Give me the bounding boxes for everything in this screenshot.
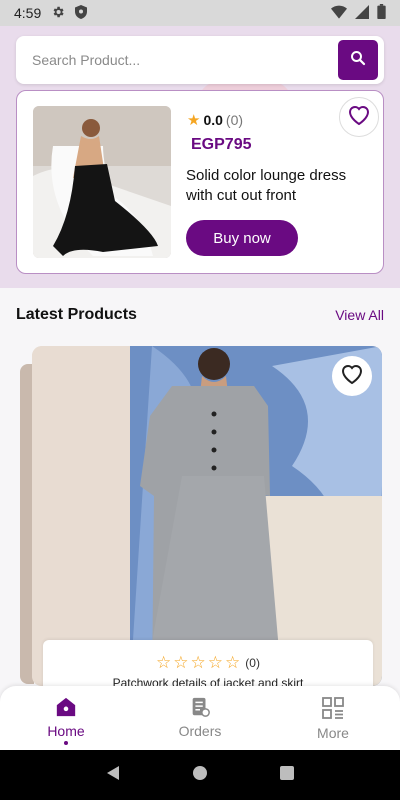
shield-icon	[75, 4, 88, 22]
featured-rating-count: (0)	[225, 112, 244, 128]
star-outline-icon: ☆	[225, 653, 241, 672]
signal-icon	[355, 4, 369, 22]
nav-item-orders[interactable]: Orders	[165, 696, 235, 739]
search-input[interactable]	[32, 52, 384, 68]
search-button[interactable]	[338, 40, 378, 80]
recents-icon[interactable]	[279, 765, 295, 786]
star-outline-icon: ☆	[156, 653, 172, 672]
buy-now-button[interactable]: Buy now	[186, 220, 298, 256]
featured-rating-value: 0.0	[203, 112, 223, 128]
star-outline-icon: ☆	[173, 653, 189, 672]
home-icon	[55, 696, 77, 721]
section-title: Latest Products	[16, 306, 137, 323]
product-image	[32, 346, 382, 686]
wifi-icon	[331, 5, 347, 22]
nav-label-orders: Orders	[178, 723, 222, 739]
featured-product-card[interactable]: ★ 0.0 (0) EGP795 Solid color lounge dres…	[16, 90, 384, 274]
product-rating-count: (0)	[245, 656, 260, 670]
product-favorite-button[interactable]	[332, 356, 372, 396]
home-circle-icon[interactable]	[192, 765, 208, 786]
featured-rating: ★ 0.0 (0)	[187, 111, 243, 129]
active-indicator	[64, 741, 68, 745]
latest-products-header: Latest Products View All	[16, 306, 384, 324]
nav-item-home[interactable]: Home	[31, 696, 101, 745]
search-icon	[349, 49, 367, 72]
bottom-navigation: Home Orders More	[0, 686, 400, 750]
back-icon[interactable]	[105, 765, 121, 786]
featured-favorite-button[interactable]	[339, 97, 379, 137]
featured-price: EGP795	[191, 136, 252, 153]
orders-icon	[189, 696, 211, 721]
featured-product-name: Solid color lounge dress with cut out fr…	[186, 167, 347, 204]
nav-item-more[interactable]: More	[298, 696, 368, 741]
heart-icon	[340, 363, 364, 390]
star-filled-icon: ★	[187, 112, 201, 129]
status-bar: 4:59	[0, 0, 400, 26]
system-navigation-bar	[0, 750, 400, 800]
settings-gear-icon	[51, 5, 65, 22]
product-card[interactable]	[32, 346, 382, 686]
featured-product-image[interactable]	[33, 106, 171, 258]
more-grid-icon	[321, 696, 345, 723]
star-outline-icon: ☆	[207, 653, 224, 672]
nav-label-home: Home	[47, 723, 85, 739]
search-bar	[16, 36, 384, 84]
nav-label-more: More	[317, 725, 349, 741]
product-rating: ☆ ☆ ☆ ☆ ☆ (0)	[43, 653, 373, 673]
battery-icon	[377, 4, 386, 22]
status-time: 4:59	[14, 5, 42, 21]
view-all-link[interactable]: View All	[335, 307, 384, 323]
heart-icon	[347, 104, 371, 131]
star-outline-icon: ☆	[190, 653, 206, 672]
